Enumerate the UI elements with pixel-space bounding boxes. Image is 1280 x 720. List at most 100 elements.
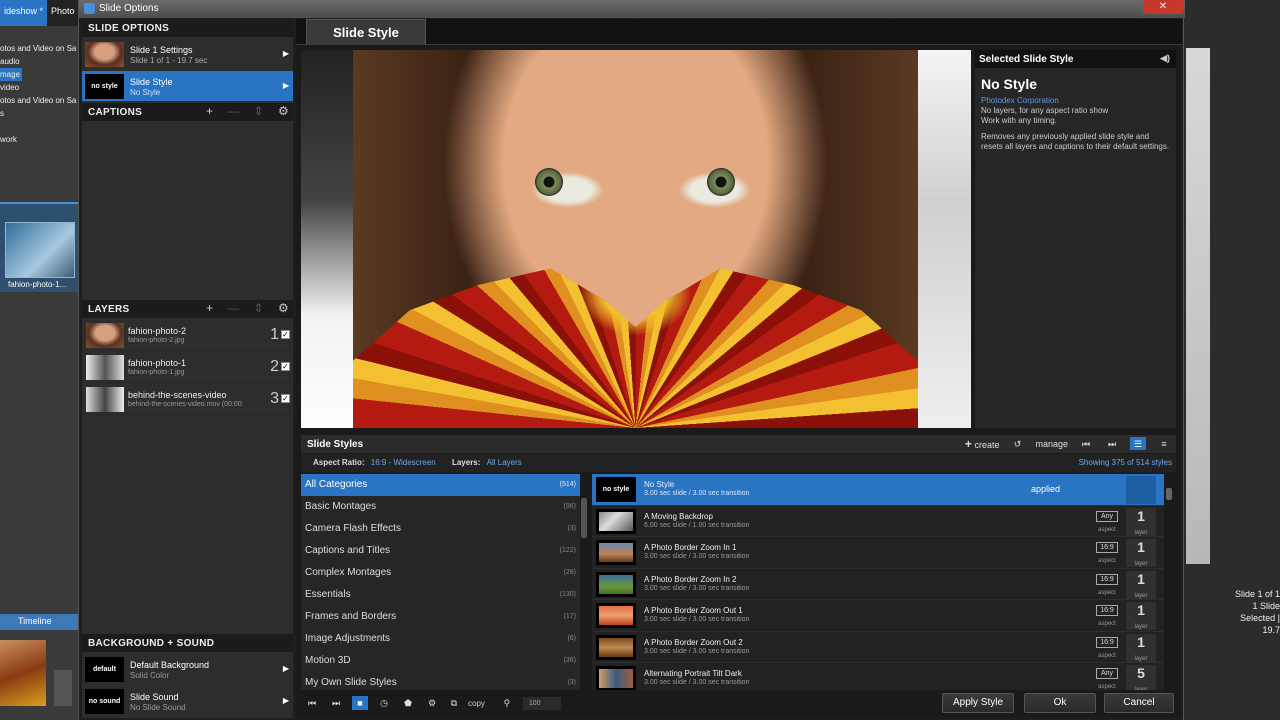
aspect-caption: aspect (1098, 526, 1116, 533)
category-item[interactable]: Image Adjustments (6) (301, 628, 580, 650)
layer-count-cell (1126, 476, 1156, 504)
style-name: No Style (644, 480, 675, 489)
next-slide-icon[interactable]: ⏭ (328, 696, 344, 710)
default-bg-title: Default Background (130, 660, 210, 670)
cancel-button[interactable]: Cancel (1104, 693, 1174, 713)
zoom-input[interactable]: 100 (522, 696, 561, 710)
layers-filter-select[interactable]: All Layers (487, 458, 522, 467)
style-timing: 3.00 sec slide / 3.00 sec transition (644, 679, 750, 686)
window-titlebar[interactable]: Slide Options ✕ (79, 0, 1185, 18)
list-view-icon[interactable]: ≡ (1156, 437, 1172, 450)
aspect-value: 16:9 (1096, 542, 1118, 553)
search-icon[interactable]: ⚲ (499, 696, 515, 710)
category-item[interactable]: All Categories (514) (301, 474, 580, 496)
last-page-icon[interactable]: ⏭ (1104, 437, 1120, 450)
window-title: Slide Options (99, 3, 159, 14)
slide-sound-item[interactable]: no sound Slide Sound No Slide Sound ▶ (82, 686, 293, 716)
timing-icon[interactable]: ◷ (376, 696, 392, 710)
reorder-layer-icon[interactable]: ⇕ (254, 302, 264, 315)
slide-style-item[interactable]: no style Slide Style No Style ▶ (82, 71, 293, 101)
layer-caption: layer (1134, 624, 1148, 630)
category-item[interactable]: Complex Montages (28) (301, 562, 580, 584)
category-item[interactable]: Motion 3D (36) (301, 650, 580, 672)
close-window-button[interactable]: ✕ (1143, 0, 1183, 14)
default-background-item[interactable]: default Default Background Solid Color ▶ (82, 654, 293, 684)
layer-name: fahion-photo-1 (128, 358, 187, 368)
bg-tree-item[interactable]: s (0, 107, 80, 120)
bg-tree-item[interactable]: video (0, 81, 80, 94)
preview-mode-icon[interactable]: ■ (352, 696, 368, 710)
selected-style-author[interactable]: Photodex Corporation (981, 96, 1059, 105)
speaker-icon[interactable]: ◀) (1160, 53, 1170, 64)
bg-tree-item[interactable]: work (0, 133, 80, 146)
slide-settings-sub: Slide 1 of 1 - 19.7 sec (130, 56, 208, 65)
scrollbar-thumb[interactable] (581, 498, 587, 538)
layer-visible-checkbox[interactable]: ✓ (281, 362, 290, 371)
slide-styles-tools: + create ↺ manage ⏮ ⏭ ☰ ≡ (965, 437, 1172, 452)
add-layer-icon[interactable]: + (206, 302, 213, 315)
reorder-caption-icon[interactable]: ⇕ (254, 105, 264, 118)
aspect-badge: Any aspect (1096, 510, 1118, 534)
layer-row[interactable]: fahion-photo-2 fahion-photo-2.jpg 1 ✓ (82, 320, 293, 351)
category-item[interactable]: Basic Montages (96) (301, 496, 580, 518)
bg-timeline-tab[interactable]: Timeline (0, 614, 80, 630)
category-count: (130) (559, 591, 576, 598)
gear-icon[interactable]: ⚙ (424, 696, 440, 710)
bg-tree-item[interactable]: otos and Video on Sa (0, 42, 80, 55)
bg-tab-photo[interactable]: Photo (47, 0, 79, 26)
gear-icon[interactable]: ⚙ (278, 105, 289, 118)
tab-slide-style[interactable]: Slide Style (306, 19, 426, 45)
category-name: Captions and Titles (305, 545, 391, 556)
manage-button[interactable]: manage (1035, 437, 1068, 452)
gear-icon[interactable]: ⚙ (278, 302, 289, 315)
aspect-ratio-select[interactable]: 16:9 - Widescreen (371, 458, 436, 467)
detail-view-icon[interactable]: ☰ (1130, 437, 1146, 450)
bg-tree-item[interactable] (0, 120, 80, 133)
bg-tree-item[interactable]: otos and Video on Sa (0, 94, 80, 107)
style-row[interactable]: no style No Style 3.00 sec slide / 3.00 … (592, 474, 1164, 506)
category-item[interactable]: Captions and Titles (122) (301, 540, 580, 562)
slide-styles-title: Slide Styles (307, 439, 364, 450)
scrollbar-thumb[interactable] (1166, 488, 1172, 500)
bg-selected-thumbnail[interactable]: fahion-photo-1... (0, 202, 80, 292)
category-item[interactable]: Essentials (130) (301, 584, 580, 606)
remove-caption-icon[interactable]: — (227, 105, 239, 118)
preview-eye-right (707, 168, 735, 196)
apply-style-button[interactable]: Apply Style (942, 693, 1014, 713)
layer-row[interactable]: fahion-photo-1 fahion-photo-1.jpg 2 ✓ (82, 352, 293, 383)
marker-icon[interactable]: ⬟ (400, 696, 416, 710)
remove-layer-icon[interactable]: — (227, 302, 239, 315)
layer-visible-checkbox[interactable]: ✓ (281, 394, 290, 403)
category-item[interactable]: Frames and Borders (17) (301, 606, 580, 628)
previous-slide-icon[interactable]: ⏮ (304, 696, 320, 710)
category-name: Basic Montages (305, 501, 377, 512)
layer-number: 2 (270, 358, 279, 375)
style-row[interactable]: A Photo Border Zoom Out 2 3.00 sec slide… (592, 632, 1164, 663)
bg-tab-slideshow[interactable]: ideshow * (0, 0, 48, 26)
slide-settings-item[interactable]: Slide 1 Settings Slide 1 of 1 - 19.7 sec… (82, 39, 293, 69)
slide-preview[interactable] (301, 50, 971, 428)
style-row[interactable]: A Moving Backdrop 6.00 sec slide / 1.00 … (592, 506, 1164, 537)
ok-button[interactable]: Ok (1024, 693, 1096, 713)
create-style-button[interactable]: + create (965, 437, 1000, 452)
style-row[interactable]: A Photo Border Zoom In 1 3.00 sec slide … (592, 537, 1164, 569)
add-caption-icon[interactable]: + (206, 105, 213, 118)
layer-row[interactable]: behind-the-scenes-video behind-the-scene… (82, 384, 293, 415)
slide-sound-sub: No Slide Sound (130, 703, 186, 712)
bg-tree-item[interactable]: mage (0, 68, 22, 81)
copy-button[interactable]: copy (468, 699, 485, 708)
undo-icon[interactable]: ↺ (1009, 437, 1025, 450)
category-scrollbar[interactable] (580, 474, 588, 706)
bg-tree-item[interactable]: audio (0, 55, 80, 68)
style-thumb (596, 666, 636, 691)
first-page-icon[interactable]: ⏮ (1078, 437, 1094, 450)
layer-count: 1 (1137, 633, 1145, 650)
bg-timeline-thumb[interactable] (0, 640, 46, 706)
layer-visible-checkbox[interactable]: ✓ (281, 330, 290, 339)
category-item[interactable]: Camera Flash Effects (3) (301, 518, 580, 540)
style-row[interactable]: A Photo Border Zoom In 2 3.00 sec slide … (592, 569, 1164, 600)
copy-icon[interactable]: ⧉ (448, 696, 460, 710)
style-list-scrollbar[interactable] (1164, 474, 1174, 706)
style-row[interactable]: A Photo Border Zoom Out 1 3.00 sec slide… (592, 600, 1164, 632)
style-thumb (596, 634, 636, 660)
